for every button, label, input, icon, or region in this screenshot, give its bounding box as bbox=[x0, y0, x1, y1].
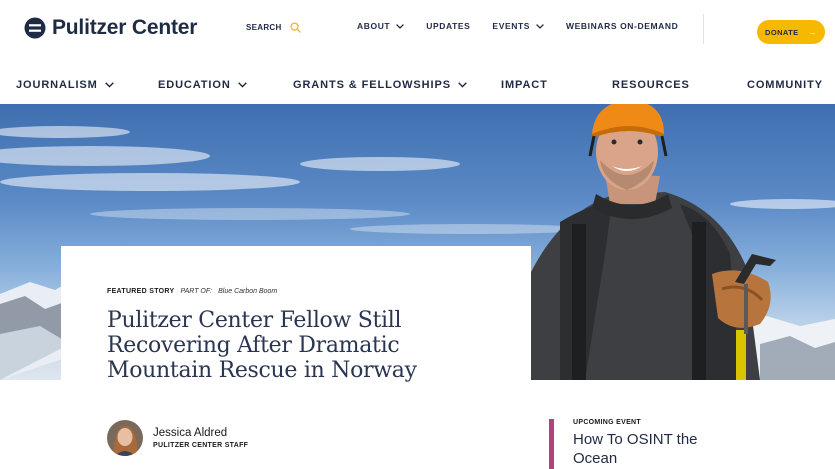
mainnav-impact-label: IMPACT bbox=[501, 79, 548, 91]
author-photo bbox=[107, 420, 143, 456]
chevron-down-icon bbox=[104, 82, 114, 88]
mainnav-grants-fellowships[interactable]: GRANTS & FELLOWSHIPS bbox=[293, 79, 467, 91]
topnav-webinars[interactable]: WEBINARS ON-DEMAND bbox=[566, 21, 678, 31]
topnav-updates[interactable]: UPDATES bbox=[426, 21, 470, 31]
author-text: Jessica Aldred PULITZER CENTER STAFF bbox=[153, 427, 248, 449]
mainnav-community-label: COMMUNITY bbox=[747, 79, 823, 91]
upcoming-event-label: UPCOMING EVENT bbox=[573, 419, 641, 426]
event-accent-bar bbox=[549, 419, 554, 469]
featured-story-label: FEATURED STORY bbox=[107, 288, 175, 295]
mainnav-community[interactable]: COMMUNITY bbox=[747, 79, 823, 91]
mainnav-resources-label: RESOURCES bbox=[612, 79, 690, 91]
story-headline[interactable]: Pulitzer Center Fellow Still Recovering … bbox=[107, 308, 497, 383]
project-link[interactable]: Blue Carbon Boom bbox=[218, 288, 277, 295]
featured-story-card: FEATURED STORY PART OF: Blue Carbon Boom… bbox=[61, 246, 531, 469]
search-icon bbox=[290, 22, 301, 33]
chevron-down-icon bbox=[458, 82, 467, 88]
donate-label: DONATE bbox=[765, 27, 799, 37]
search-button[interactable]: SEARCH bbox=[246, 22, 301, 33]
chevron-down-icon bbox=[237, 82, 247, 88]
search-label: SEARCH bbox=[246, 23, 282, 32]
mainnav-impact[interactable]: IMPACT bbox=[501, 79, 548, 91]
topnav-about[interactable]: ABOUT bbox=[357, 21, 405, 31]
header-divider bbox=[703, 14, 704, 44]
author-name[interactable]: Jessica Aldred bbox=[153, 427, 248, 439]
top-bar: Pulitzer Center SEARCH ABOUT UPDATES EVE… bbox=[0, 0, 835, 62]
brand-name: Pulitzer Center bbox=[52, 16, 198, 39]
arrow-right-icon: → bbox=[808, 27, 817, 37]
mainnav-resources[interactable]: RESOURCES bbox=[612, 79, 690, 91]
chevron-down-icon bbox=[536, 23, 544, 29]
author-avatar[interactable] bbox=[107, 420, 143, 456]
topnav-webinars-label: WEBINARS ON-DEMAND bbox=[566, 21, 679, 31]
story-kicker: FEATURED STORY PART OF: Blue Carbon Boom bbox=[107, 288, 277, 295]
topnav-updates-label: UPDATES bbox=[426, 21, 471, 31]
mainnav-journalism-label: JOURNALISM bbox=[16, 79, 98, 91]
mainnav-grants-label: GRANTS & FELLOWSHIPS bbox=[293, 79, 451, 91]
chevron-down-icon bbox=[396, 23, 405, 29]
donate-button[interactable]: DONATE → bbox=[757, 20, 825, 44]
author-byline: Jessica Aldred PULITZER CENTER STAFF bbox=[107, 420, 248, 456]
mainnav-education[interactable]: EDUCATION bbox=[158, 79, 247, 91]
utility-nav: ABOUT UPDATES EVENTS WEBINARS ON-DEMAND bbox=[357, 21, 678, 31]
topnav-events-label: EVENTS bbox=[492, 21, 531, 31]
part-of-label: PART OF: bbox=[180, 288, 213, 295]
brand-logo-link[interactable]: Pulitzer Center bbox=[24, 16, 197, 40]
event-title-link[interactable]: How To OSINT the Ocean bbox=[573, 430, 743, 468]
topnav-about-label: ABOUT bbox=[357, 21, 391, 31]
pulitzer-logo-icon bbox=[24, 17, 46, 39]
mainnav-education-label: EDUCATION bbox=[158, 79, 231, 91]
main-nav: JOURNALISM EDUCATION GRANTS & FELLOWSHIP… bbox=[0, 72, 835, 100]
author-role: PULITZER CENTER STAFF bbox=[153, 442, 249, 449]
mainnav-journalism[interactable]: JOURNALISM bbox=[16, 79, 114, 91]
topnav-events[interactable]: EVENTS bbox=[492, 21, 544, 31]
